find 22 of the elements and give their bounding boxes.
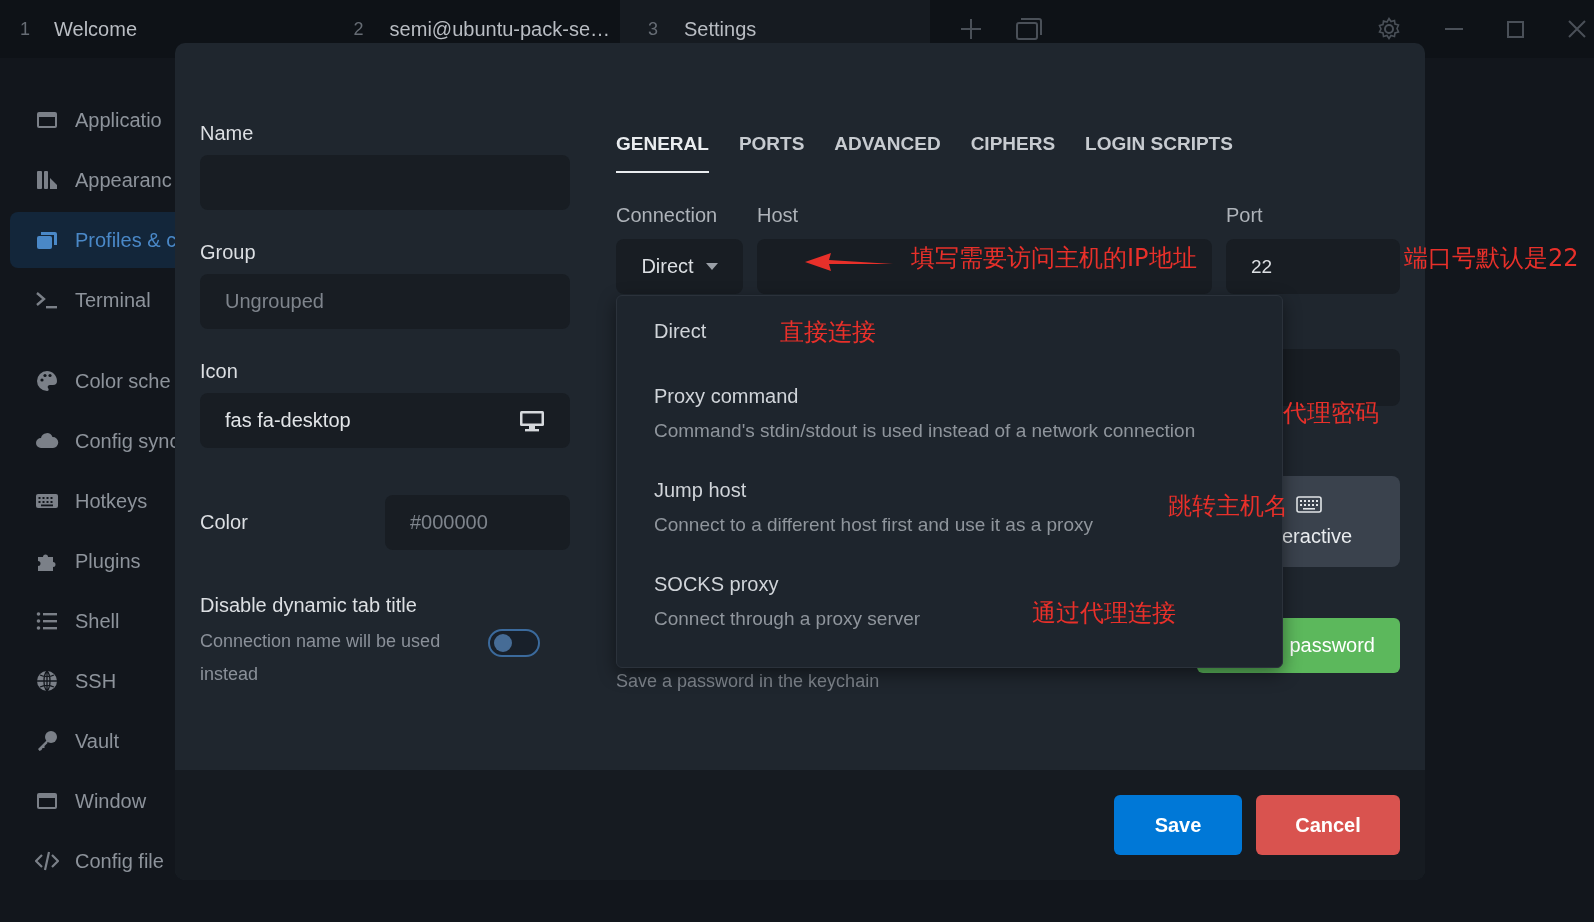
tab-number: 3	[648, 18, 658, 40]
tab-number: 2	[353, 18, 364, 40]
field-label: Color	[200, 511, 248, 534]
setting-description: Connection name will be used instead	[200, 630, 442, 686]
field-label: Host	[757, 204, 800, 227]
hint-text: Save a password in the keychain	[616, 671, 880, 692]
tab-title: Welcome	[54, 17, 137, 41]
field-label: Port	[1226, 204, 1264, 227]
annotation-text: 跳转主机名	[1168, 491, 1288, 522]
field-label: Connection	[616, 204, 719, 227]
tab-number: 1	[20, 18, 30, 40]
field-label: Name	[200, 122, 255, 145]
annotation-text: 代理密码	[1283, 398, 1379, 429]
tab-title: semi@ubuntu-pack-se…	[389, 17, 610, 41]
annotation-text: 填写需要访问主机的IP地址	[911, 243, 1197, 274]
annotation-text: 直接连接	[780, 317, 876, 348]
tab-title: Settings	[684, 17, 757, 41]
setting-title: Disable dynamic tab title	[200, 594, 418, 617]
field-label: Group	[200, 241, 257, 264]
annotation-text: 通过代理连接	[1032, 598, 1176, 629]
field-label: Icon	[200, 360, 239, 383]
annotation-text: 端口号默认是22	[1404, 243, 1579, 274]
